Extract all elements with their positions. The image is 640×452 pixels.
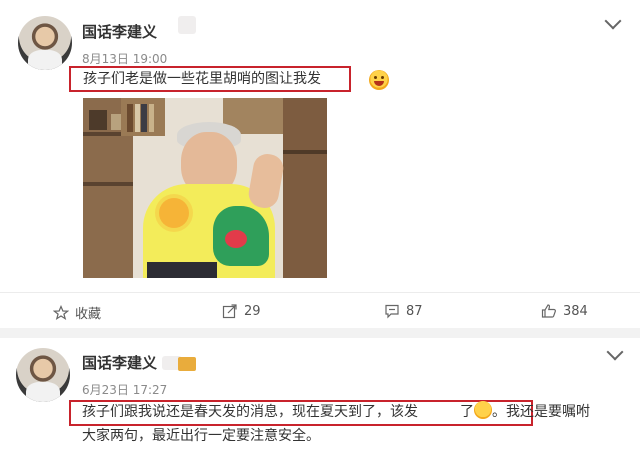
like-button[interactable]: 384 — [541, 303, 588, 319]
comment-count: 87 — [406, 303, 423, 319]
thumbs-up-icon — [541, 304, 556, 318]
avatar[interactable] — [18, 16, 72, 70]
member-badge — [178, 357, 196, 371]
photo-sun-sticker — [159, 198, 189, 228]
share-arrow-icon — [222, 304, 237, 319]
action-bar: 收藏 29 87 384 — [0, 292, 640, 329]
post-separator — [0, 328, 640, 338]
like-count: 384 — [563, 303, 588, 319]
photo-dino-sticker — [213, 206, 269, 266]
comment-bubble-icon — [385, 304, 399, 319]
author-name[interactable]: 国话李建义 — [82, 21, 157, 42]
laughing-emoji-icon — [369, 70, 389, 90]
star-icon — [53, 304, 69, 320]
favorite-label: 收藏 — [75, 307, 102, 322]
repost-button[interactable]: 29 — [222, 303, 261, 319]
post-text: 孩子们老是做一些花里胡哨的图让我发 — [83, 71, 321, 87]
post-text-main: 孩子们跟我说还是春天发的消息，现在夏天到了，该发 了 — [82, 404, 474, 420]
post-text-line-2: 大家两句，最近出行一定要注意安全。 — [82, 428, 320, 444]
post-text-tail: 。我还是要嘱咐 — [492, 404, 590, 420]
post-1: 国话李建义 8月13日 19:00 孩子们老是做一些花里胡哨的图让我发 收藏 2… — [0, 0, 640, 338]
blurred-badge — [178, 16, 196, 34]
comment-button[interactable]: 87 — [384, 303, 423, 319]
avatar[interactable] — [16, 348, 70, 402]
photo-trouser — [147, 262, 217, 278]
repost-count: 29 — [244, 303, 261, 319]
favorite-button[interactable]: 收藏 — [53, 303, 101, 322]
post-2: 国话李建义 6月23日 17:27 孩子们跟我说还是春天发的消息，现在夏天到了，… — [0, 338, 640, 452]
smile-emoji-icon — [474, 401, 492, 419]
post-image[interactable] — [83, 98, 327, 278]
post-time[interactable]: 6月23日 17:27 — [82, 381, 167, 398]
chevron-down-icon[interactable] — [606, 343, 624, 361]
post-text-line-1: 孩子们跟我说还是春天发的消息，现在夏天到了，该发 了 。我还是要嘱咐 — [82, 401, 590, 423]
author-name[interactable]: 国话李建义 — [82, 352, 157, 373]
post-time[interactable]: 8月13日 19:00 — [82, 50, 167, 67]
chevron-down-icon[interactable] — [604, 12, 622, 30]
